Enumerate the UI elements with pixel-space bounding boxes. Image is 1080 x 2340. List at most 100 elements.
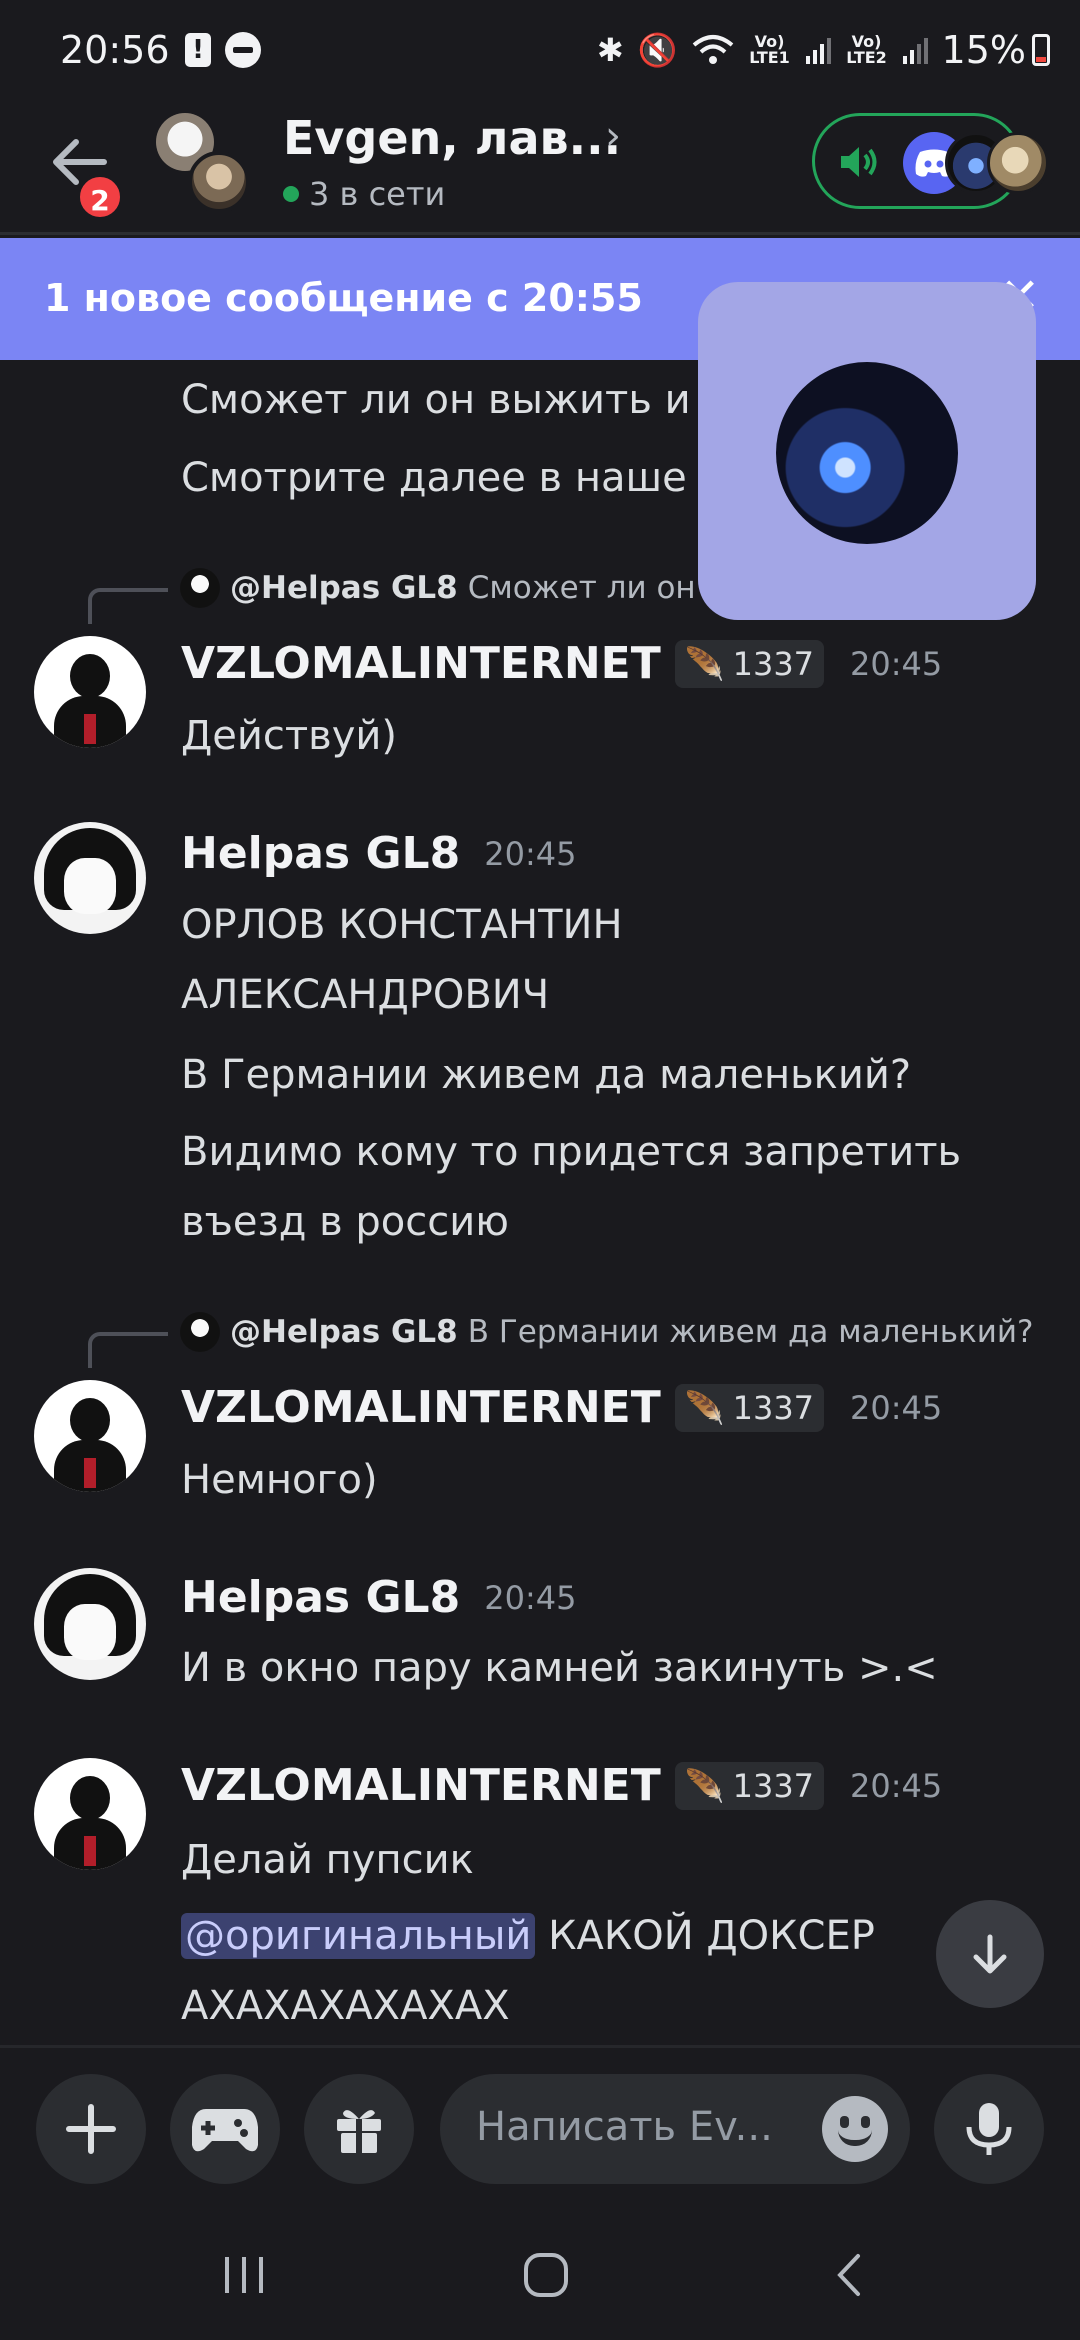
status-notification-icons: ! <box>185 32 261 68</box>
attach-button[interactable] <box>36 2074 146 2184</box>
battery-indicator: 15% <box>942 28 1050 72</box>
chat-title[interactable]: Evgen, лав... <box>283 111 621 165</box>
home-button[interactable] <box>496 2240 596 2310</box>
home-icon <box>524 2253 568 2297</box>
feather-icon: 🪶 <box>684 1388 725 1427</box>
system-nav-bar <box>0 2210 1080 2340</box>
plus-icon <box>66 2104 116 2154</box>
message-input[interactable]: Написать Ev... <box>440 2074 910 2184</box>
timestamp: 20:45 <box>850 644 943 683</box>
voice-call-pill[interactable] <box>812 113 1049 209</box>
timestamp: 20:45 <box>850 1388 943 1427</box>
avatar[interactable] <box>34 636 146 748</box>
gift-button[interactable] <box>304 2074 414 2184</box>
lte2-label: Vo) LTE2 <box>846 32 887 67</box>
message-text: АЛЕКСАНДРОВИЧ <box>181 972 550 1018</box>
avatar[interactable] <box>34 1568 146 1680</box>
feather-icon: 🪶 <box>684 644 725 683</box>
message-text: Сможет ли он выжить и <box>181 377 691 423</box>
message-text: Видимо кому то придется запретить <box>181 1129 962 1175</box>
reply-text: Сможет ли он в <box>467 570 724 606</box>
avatar[interactable] <box>34 822 146 934</box>
message-text: И в окно пару камней закинуть >.< <box>181 1645 938 1691</box>
role-badge[interactable]: 🪶 1337 <box>674 1761 825 1810</box>
badge-label: 1337 <box>732 644 815 683</box>
username[interactable]: Helpas GL8 <box>181 828 460 879</box>
username[interactable]: VZLOMALINTERNET <box>181 638 661 689</box>
timestamp: 20:45 <box>484 834 577 873</box>
message-header: Helpas GL8 20:45 <box>181 1572 576 1623</box>
message-text: Действуй) <box>181 713 397 759</box>
message-text: В Германии живем да маленький? <box>181 1052 912 1098</box>
role-badge[interactable]: 🪶 1337 <box>674 639 825 688</box>
bluetooth-icon: ✱ <box>596 31 624 69</box>
gamepad-icon <box>192 2109 258 2152</box>
signal-1-icon <box>805 36 831 64</box>
message-text: Смотрите далее в наше <box>181 455 687 501</box>
message-text: Делай пупсик <box>181 1837 474 1883</box>
reply-connector <box>88 1332 168 1368</box>
message-header: VZLOMALINTERNET 🪶 1337 20:45 <box>181 638 942 689</box>
group-avatar[interactable] <box>156 113 266 213</box>
jump-to-latest-button[interactable] <box>936 1900 1044 2008</box>
reply-avatar <box>180 1312 220 1352</box>
message-text: Немного) <box>181 1457 378 1503</box>
role-badge[interactable]: 🪶 1337 <box>674 1383 825 1432</box>
message-text: АХАХАХАХАХАХ <box>181 1983 510 2029</box>
reply-connector <box>88 588 168 624</box>
feather-icon: 🪶 <box>684 1766 725 1805</box>
message-text-rest: КАКОЙ ДОКСЕР <box>535 1913 875 1959</box>
recents-icon <box>225 2257 263 2293</box>
message-text: ОРЛОВ КОНСТАНТИН <box>181 902 623 948</box>
status-system-icons: ✱ 🔇 Vo) LTE1 Vo) LTE2 15% <box>597 28 1050 72</box>
user-mention[interactable]: @оригинальный <box>181 1913 536 1959</box>
online-count: 3 в сети <box>309 175 446 213</box>
composer-bar: Написать Ev... <box>0 2045 1080 2210</box>
username[interactable]: VZLOMALINTERNET <box>181 1760 661 1811</box>
unread-badge: 2 <box>76 173 124 221</box>
back-nav-button[interactable] <box>800 2240 900 2310</box>
mute-icon: 🔇 <box>637 31 678 69</box>
message-header: VZLOMALINTERNET 🪶 1337 20:45 <box>181 1382 942 1433</box>
timestamp: 20:45 <box>850 1766 943 1805</box>
microphone-icon <box>966 2103 1012 2155</box>
badge-label: 1337 <box>732 1388 815 1427</box>
participant-avatar-2 <box>987 132 1049 194</box>
voice-message-button[interactable] <box>934 2074 1044 2184</box>
status-time: 20:56 <box>60 28 170 72</box>
online-dot-icon <box>283 186 299 202</box>
message-header: Helpas GL8 20:45 <box>181 828 576 879</box>
status-bar: 20:56 ! ✱ 🔇 Vo) LTE1 Vo) LTE2 15% <box>0 0 1080 105</box>
timestamp: 20:45 <box>484 1578 577 1617</box>
chevron-right-icon[interactable]: › <box>605 113 621 159</box>
pip-video-overlay[interactable] <box>698 282 1036 620</box>
avatar[interactable] <box>34 1758 146 1870</box>
recent-apps-button[interactable] <box>194 2240 294 2310</box>
reply-preview[interactable]: @Helpas GL8 Сможет ли он в <box>180 568 724 608</box>
username[interactable]: Helpas GL8 <box>181 1572 460 1623</box>
reply-username: @Helpas GL8 <box>230 570 458 606</box>
activities-button[interactable] <box>170 2074 280 2184</box>
message-input-placeholder: Написать Ev... <box>476 2104 773 2150</box>
emoji-icon[interactable] <box>822 2096 888 2162</box>
chat-header: 2 Evgen, лав... › 3 в сети <box>0 105 1080 235</box>
do-not-disturb-icon <box>225 32 261 68</box>
alert-icon: ! <box>185 33 211 67</box>
username[interactable]: VZLOMALINTERNET <box>181 1382 661 1433</box>
reply-preview[interactable]: @Helpas GL8 В Германии живем да маленьки… <box>180 1312 1034 1352</box>
reply-avatar <box>180 568 220 608</box>
avatar[interactable] <box>34 1380 146 1492</box>
message-text: @оригинальный КАКОЙ ДОКСЕР <box>181 1906 875 1966</box>
signal-2-icon <box>902 36 928 64</box>
online-status: 3 в сети <box>283 175 445 213</box>
chevron-left-icon <box>837 2254 860 2296</box>
message-header: VZLOMALINTERNET 🪶 1337 20:45 <box>181 1760 942 1811</box>
gift-icon <box>337 2110 381 2153</box>
wifi-icon <box>692 35 733 64</box>
arrow-down-icon <box>973 1934 1007 1974</box>
speaker-icon <box>841 147 877 177</box>
lte1-label: Vo) LTE1 <box>749 32 790 67</box>
message-text: въезд в россию <box>181 1199 509 1245</box>
new-messages-text: 1 новое сообщение с 20:55 <box>44 276 643 320</box>
pip-speaker-avatar <box>776 362 958 544</box>
